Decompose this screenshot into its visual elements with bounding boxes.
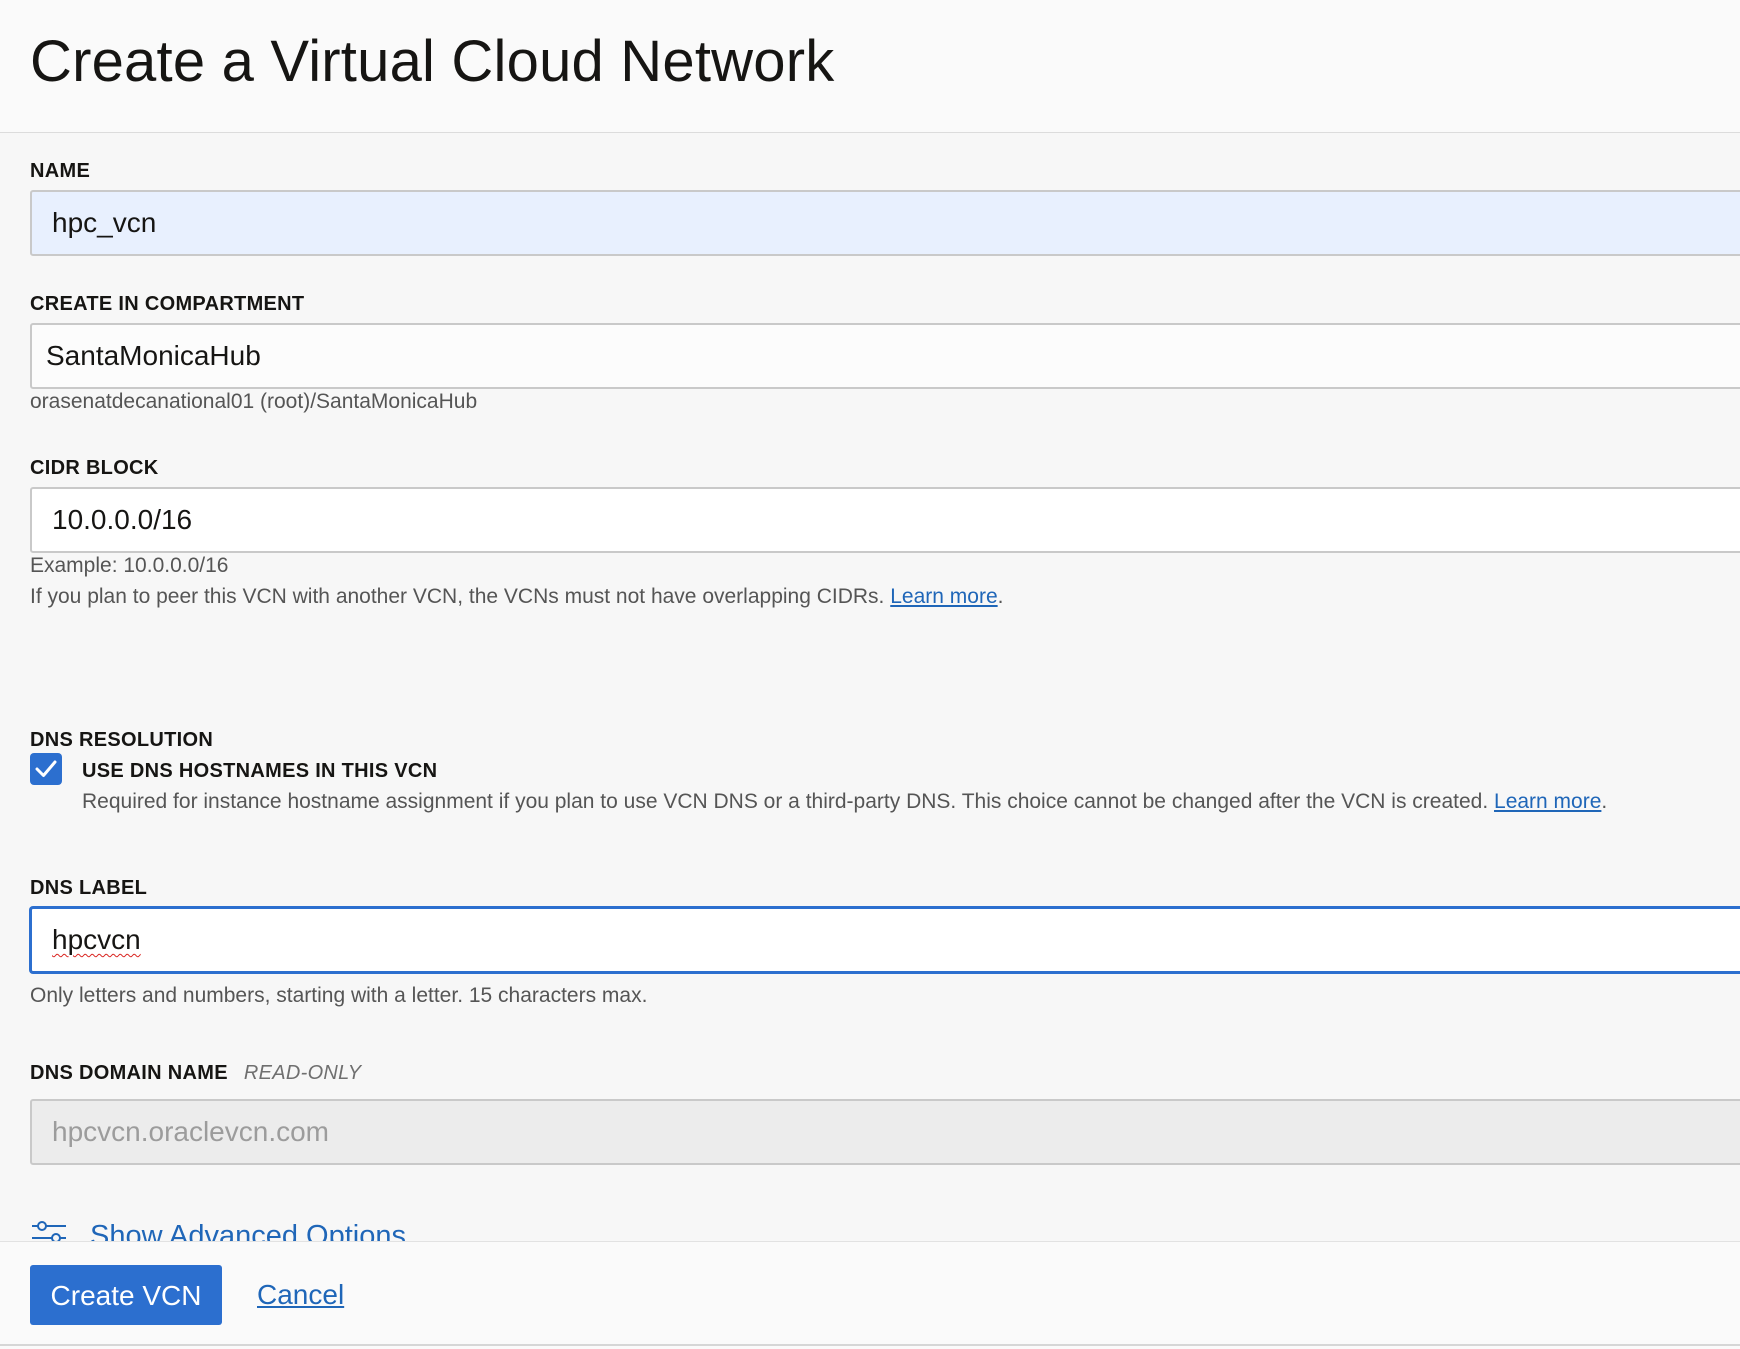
dns-domain-input-value: hpcvcn.oraclevcn.com <box>52 1116 330 1147</box>
dns-domain-input: hpcvcn.oraclevcn.com <box>30 1099 1740 1165</box>
compartment-label: CREATE IN COMPARTMENT <box>30 293 305 315</box>
create-vcn-button[interactable]: Create VCN <box>30 1265 222 1325</box>
dns-label-input[interactable]: hpcvcn <box>30 907 1740 973</box>
page-title: Create a Virtual Cloud Network <box>30 29 835 94</box>
dns-hostnames-help: Required for instance hostname assignmen… <box>82 790 1607 814</box>
panel-header: Create a Virtual Cloud Network <box>0 0 1740 133</box>
dns-label-input-value: hpcvcn <box>52 924 141 955</box>
sliders-icon <box>32 1221 66 1242</box>
dns-domain-label: DNS DOMAIN NAME READ-ONLY <box>30 1062 361 1085</box>
dns-domain-label-text: DNS DOMAIN NAME <box>30 1062 228 1084</box>
create-vcn-panel: Create a Virtual Cloud Network NAME hpc_… <box>0 0 1740 1349</box>
name-input-value: hpc_vcn <box>52 207 157 238</box>
cidr-label: CIDR BLOCK <box>30 457 159 479</box>
cidr-peer-note: If you plan to peer this VCN with anothe… <box>30 585 1003 609</box>
cancel-link[interactable]: Cancel <box>257 1279 344 1311</box>
checkmark-icon <box>35 760 57 777</box>
read-only-tag: READ-ONLY <box>243 1062 362 1084</box>
cidr-input[interactable]: 10.0.0.0/16 <box>30 487 1740 553</box>
show-advanced-options-link[interactable]: Show Advanced Options <box>30 1218 430 1242</box>
compartment-select[interactable]: SantaMonicaHub <box>30 323 1740 389</box>
dns-label-help: Only letters and numbers, starting with … <box>30 984 648 1007</box>
name-label: NAME <box>30 160 91 182</box>
show-advanced-options-text: Show Advanced Options <box>90 1220 406 1242</box>
dns-period: . <box>1601 790 1608 813</box>
cidr-example: Example: 10.0.0.0/16 <box>30 554 229 577</box>
dns-resolution-label: DNS RESOLUTION <box>30 729 214 751</box>
dns-hostnames-label[interactable]: USE DNS HOSTNAMES IN THIS VCN <box>82 760 437 783</box>
dns-hostnames-checkbox[interactable] <box>30 753 62 785</box>
dns-learn-more-link[interactable]: Learn more <box>1494 790 1601 813</box>
name-input[interactable]: hpc_vcn <box>30 190 1740 256</box>
compartment-path: orasenatdecanational01 (root)/SantaMonic… <box>30 390 478 413</box>
cidr-learn-more-link[interactable]: Learn more <box>890 585 997 608</box>
cidr-peer-note-text: If you plan to peer this VCN with anothe… <box>30 585 885 608</box>
dns-hostnames-help-text: Required for instance hostname assignmen… <box>82 790 1489 813</box>
compartment-select-value: SantaMonicaHub <box>46 340 261 371</box>
dns-label-label: DNS LABEL <box>30 877 148 899</box>
footer-divider <box>0 1344 1740 1346</box>
cidr-input-value: 10.0.0.0/16 <box>52 504 193 535</box>
cidr-period: . <box>997 585 1004 608</box>
